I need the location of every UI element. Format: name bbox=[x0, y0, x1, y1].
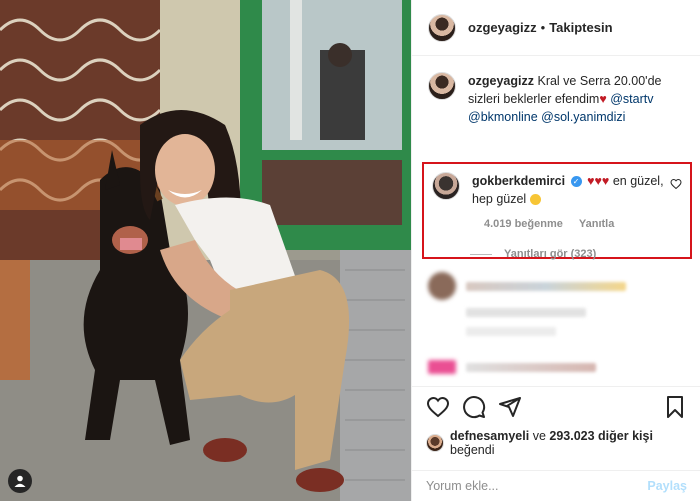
post-actions: defnesamyeli ve 293.023 diğer kişi beğen… bbox=[412, 386, 700, 468]
caption: ozgeyagizz Kral ve Serra 20.00'de sizler… bbox=[412, 56, 700, 126]
heart-icon[interactable] bbox=[426, 395, 450, 419]
bookmark-icon[interactable] bbox=[663, 395, 687, 419]
photo-illustration bbox=[0, 0, 411, 501]
comment: gokberkdemirci ✓ ♥♥♥ en güzel, hep güzel bbox=[424, 164, 690, 208]
instagram-post-view: ozgeyagizz • Takiptesin ozgeyagizz Kral … bbox=[0, 0, 700, 501]
obscured-text bbox=[466, 281, 626, 291]
post-header: ozgeyagizz • Takiptesin bbox=[412, 0, 700, 56]
view-replies-label[interactable]: Yanıtları gör (323) bbox=[504, 248, 596, 260]
obscured-text bbox=[466, 327, 556, 336]
smiley-emoji-icon bbox=[529, 194, 541, 206]
obscured-comment bbox=[428, 360, 688, 374]
caption-avatar[interactable] bbox=[428, 72, 456, 100]
post-comment-button[interactable]: Paylaş bbox=[647, 479, 687, 493]
add-comment-bar: Paylaş bbox=[412, 470, 700, 501]
caption-text-block: ozgeyagizz Kral ve Serra 20.00'de sizler… bbox=[468, 72, 684, 126]
comment-icon[interactable] bbox=[462, 395, 486, 419]
liker-avatar[interactable] bbox=[426, 434, 444, 452]
author-username[interactable]: ozgeyagizz bbox=[468, 20, 537, 35]
post-photo[interactable] bbox=[0, 0, 411, 501]
comment-like-heart-icon[interactable] bbox=[670, 178, 682, 190]
action-icons bbox=[426, 393, 687, 421]
comment-meta: 4.019 beğenme Yanıtla bbox=[484, 218, 690, 230]
verified-badge-icon: ✓ bbox=[570, 176, 582, 188]
replies-divider bbox=[470, 253, 492, 255]
mention-startv[interactable]: @startv bbox=[610, 92, 653, 106]
view-replies[interactable]: Yanıtları gör (323) bbox=[470, 248, 690, 260]
likes-summary: defnesamyeli ve 293.023 diğer kişi beğen… bbox=[426, 429, 687, 457]
obscured-comment bbox=[428, 272, 688, 300]
other-likers-count[interactable]: 293.023 diğer kişi bbox=[549, 429, 653, 443]
obscured-text bbox=[466, 362, 596, 372]
obscured-avatar bbox=[428, 272, 456, 300]
post-side-panel: ozgeyagizz • Takiptesin ozgeyagizz Kral … bbox=[411, 0, 700, 501]
header-separator: • bbox=[540, 20, 546, 35]
mention-sol-yanimdizi[interactable]: @sol.yanimdizi bbox=[541, 110, 625, 124]
comment-likes-count[interactable]: 4.019 beğenme bbox=[484, 218, 563, 230]
commenter-username[interactable]: gokberkdemirci bbox=[472, 174, 565, 188]
comment-input[interactable] bbox=[426, 479, 648, 493]
comment-text-block: gokberkdemirci ✓ ♥♥♥ en güzel, hep güzel bbox=[472, 172, 672, 208]
obscured-comments bbox=[428, 272, 688, 382]
share-icon[interactable] bbox=[498, 395, 522, 419]
comment-reply-button[interactable]: Yanıtla bbox=[579, 218, 614, 230]
comment-hearts: ♥♥♥ bbox=[587, 174, 610, 188]
caption-heart: ♥ bbox=[599, 92, 607, 106]
user-tag-icon[interactable] bbox=[8, 469, 32, 493]
obscured-comment-line bbox=[466, 327, 688, 336]
likes-suffix: beğendi bbox=[450, 443, 495, 457]
likes-connector: ve bbox=[532, 429, 546, 443]
commenter-avatar[interactable] bbox=[432, 172, 460, 200]
obscured-comment-line bbox=[466, 308, 688, 317]
follow-status[interactable]: Takiptesin bbox=[549, 20, 612, 35]
caption-username[interactable]: ozgeyagizz bbox=[468, 74, 534, 88]
obscured-text bbox=[466, 308, 586, 317]
mention-bkmonline[interactable]: @bkmonline bbox=[468, 110, 538, 124]
obscured-avatar bbox=[428, 360, 456, 374]
author-avatar[interactable] bbox=[428, 13, 456, 42]
highlighted-comment: gokberkdemirci ✓ ♥♥♥ en güzel, hep güzel… bbox=[422, 162, 692, 260]
first-liker-username[interactable]: defnesamyeli bbox=[450, 429, 529, 443]
